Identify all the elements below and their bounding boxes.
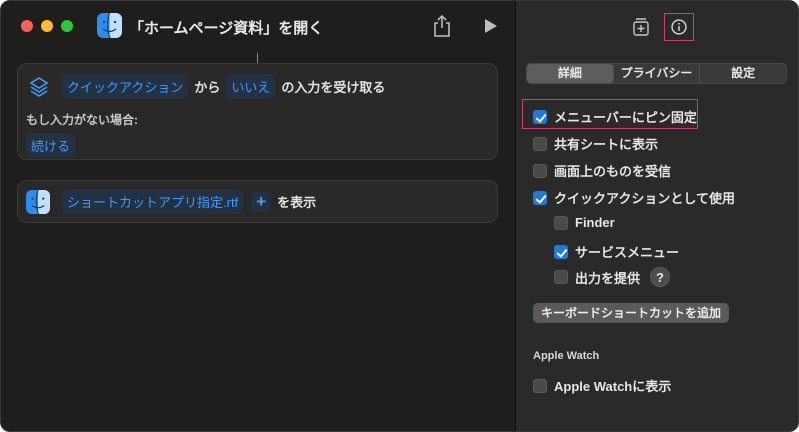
option-provide-output[interactable]: 出力を提供 ? [554, 267, 671, 287]
add-parameter-button[interactable]: + [251, 191, 272, 212]
continue-token[interactable]: 続ける [26, 133, 76, 158]
quick-action-checkbox[interactable] [533, 190, 547, 205]
option-label: Finder [575, 215, 615, 230]
option-label: 画面上のものを受信 [554, 164, 672, 179]
show-text: を表示 [277, 195, 317, 210]
inspector-pane: 詳細 プライバシー 設定 メニューバーにピン固定 共有シートに表示 画面上のもの… [515, 1, 798, 431]
provide-output-checkbox[interactable] [554, 270, 568, 284]
if-no-input-label: もし入力がない場合: [26, 113, 138, 127]
option-label: 共有シートに表示 [554, 137, 659, 152]
option-quick-action[interactable]: クイックアクションとして使用 [533, 188, 735, 207]
option-label: クイックアクションとして使用 [554, 191, 735, 206]
add-keyboard-shortcut-button[interactable]: キーボードショートカットを追加 [533, 303, 730, 323]
tab-privacy[interactable]: プライバシー [614, 64, 701, 83]
shortcuts-window: 「ホームページ資料」を開く クイックアクション から いいえ の入力を受け取る … [0, 0, 799, 432]
apple-watch-checkbox[interactable] [533, 378, 547, 393]
quick-action-icon [29, 76, 49, 97]
play-icon[interactable] [484, 18, 498, 34]
input-type-token[interactable]: クイックアクション [62, 74, 189, 99]
title-bar: 「ホームページ資料」を開く [1, 1, 515, 53]
option-label: サービスメニュー [575, 245, 680, 260]
show-file-action[interactable]: ショートカットアプリ指定.rtf + を表示 [17, 180, 498, 223]
file-token[interactable]: ショートカットアプリ指定.rtf [62, 189, 244, 214]
from-text: から [194, 80, 221, 95]
minimize-window-button[interactable] [41, 20, 53, 32]
option-share-sheet[interactable]: 共有シートに表示 [533, 134, 658, 153]
share-icon[interactable] [431, 14, 453, 38]
share-sheet-checkbox[interactable] [533, 136, 547, 151]
option-finder[interactable]: Finder [554, 215, 615, 230]
add-widget-icon[interactable] [626, 13, 656, 41]
finder-icon [26, 189, 50, 214]
option-apple-watch[interactable]: Apple Watchに表示 [533, 376, 671, 395]
accept-input-text: の入力を受け取る [281, 80, 386, 95]
pin-menubar-checkbox[interactable] [533, 109, 547, 124]
option-label: Apple Watchに表示 [554, 379, 672, 394]
tab-details[interactable]: 詳細 [527, 64, 614, 83]
zoom-window-button[interactable] [61, 20, 73, 32]
inspector-tabs: 詳細 プライバシー 設定 [526, 63, 787, 84]
receive-input-action[interactable]: クイックアクション から いいえ の入力を受け取る もし入力がない場合: 続ける [17, 63, 498, 160]
option-label: メニューバーにピン固定 [554, 110, 697, 125]
info-icon[interactable] [664, 13, 694, 41]
tab-settings[interactable]: 設定 [700, 64, 786, 83]
finder-icon [97, 13, 122, 38]
window-title: 「ホームページ資料」を開く [129, 20, 324, 37]
option-services-menu[interactable]: サービスメニュー [554, 242, 679, 261]
receive-screen-checkbox[interactable] [533, 163, 547, 178]
close-window-button[interactable] [21, 20, 33, 32]
services-menu-checkbox[interactable] [554, 244, 568, 259]
apple-watch-section-title: Apple Watch [533, 350, 600, 362]
option-label: 出力を提供 [575, 270, 641, 286]
input-source-token[interactable]: いいえ [226, 74, 276, 99]
option-pin-menubar[interactable]: メニューバーにピン固定 [533, 107, 697, 126]
help-button[interactable]: ? [650, 267, 671, 287]
option-receive-screen[interactable]: 画面上のものを受信 [533, 161, 671, 180]
editor-pane: 「ホームページ資料」を開く クイックアクション から いいえ の入力を受け取る … [1, 1, 515, 431]
finder-checkbox[interactable] [554, 215, 568, 230]
